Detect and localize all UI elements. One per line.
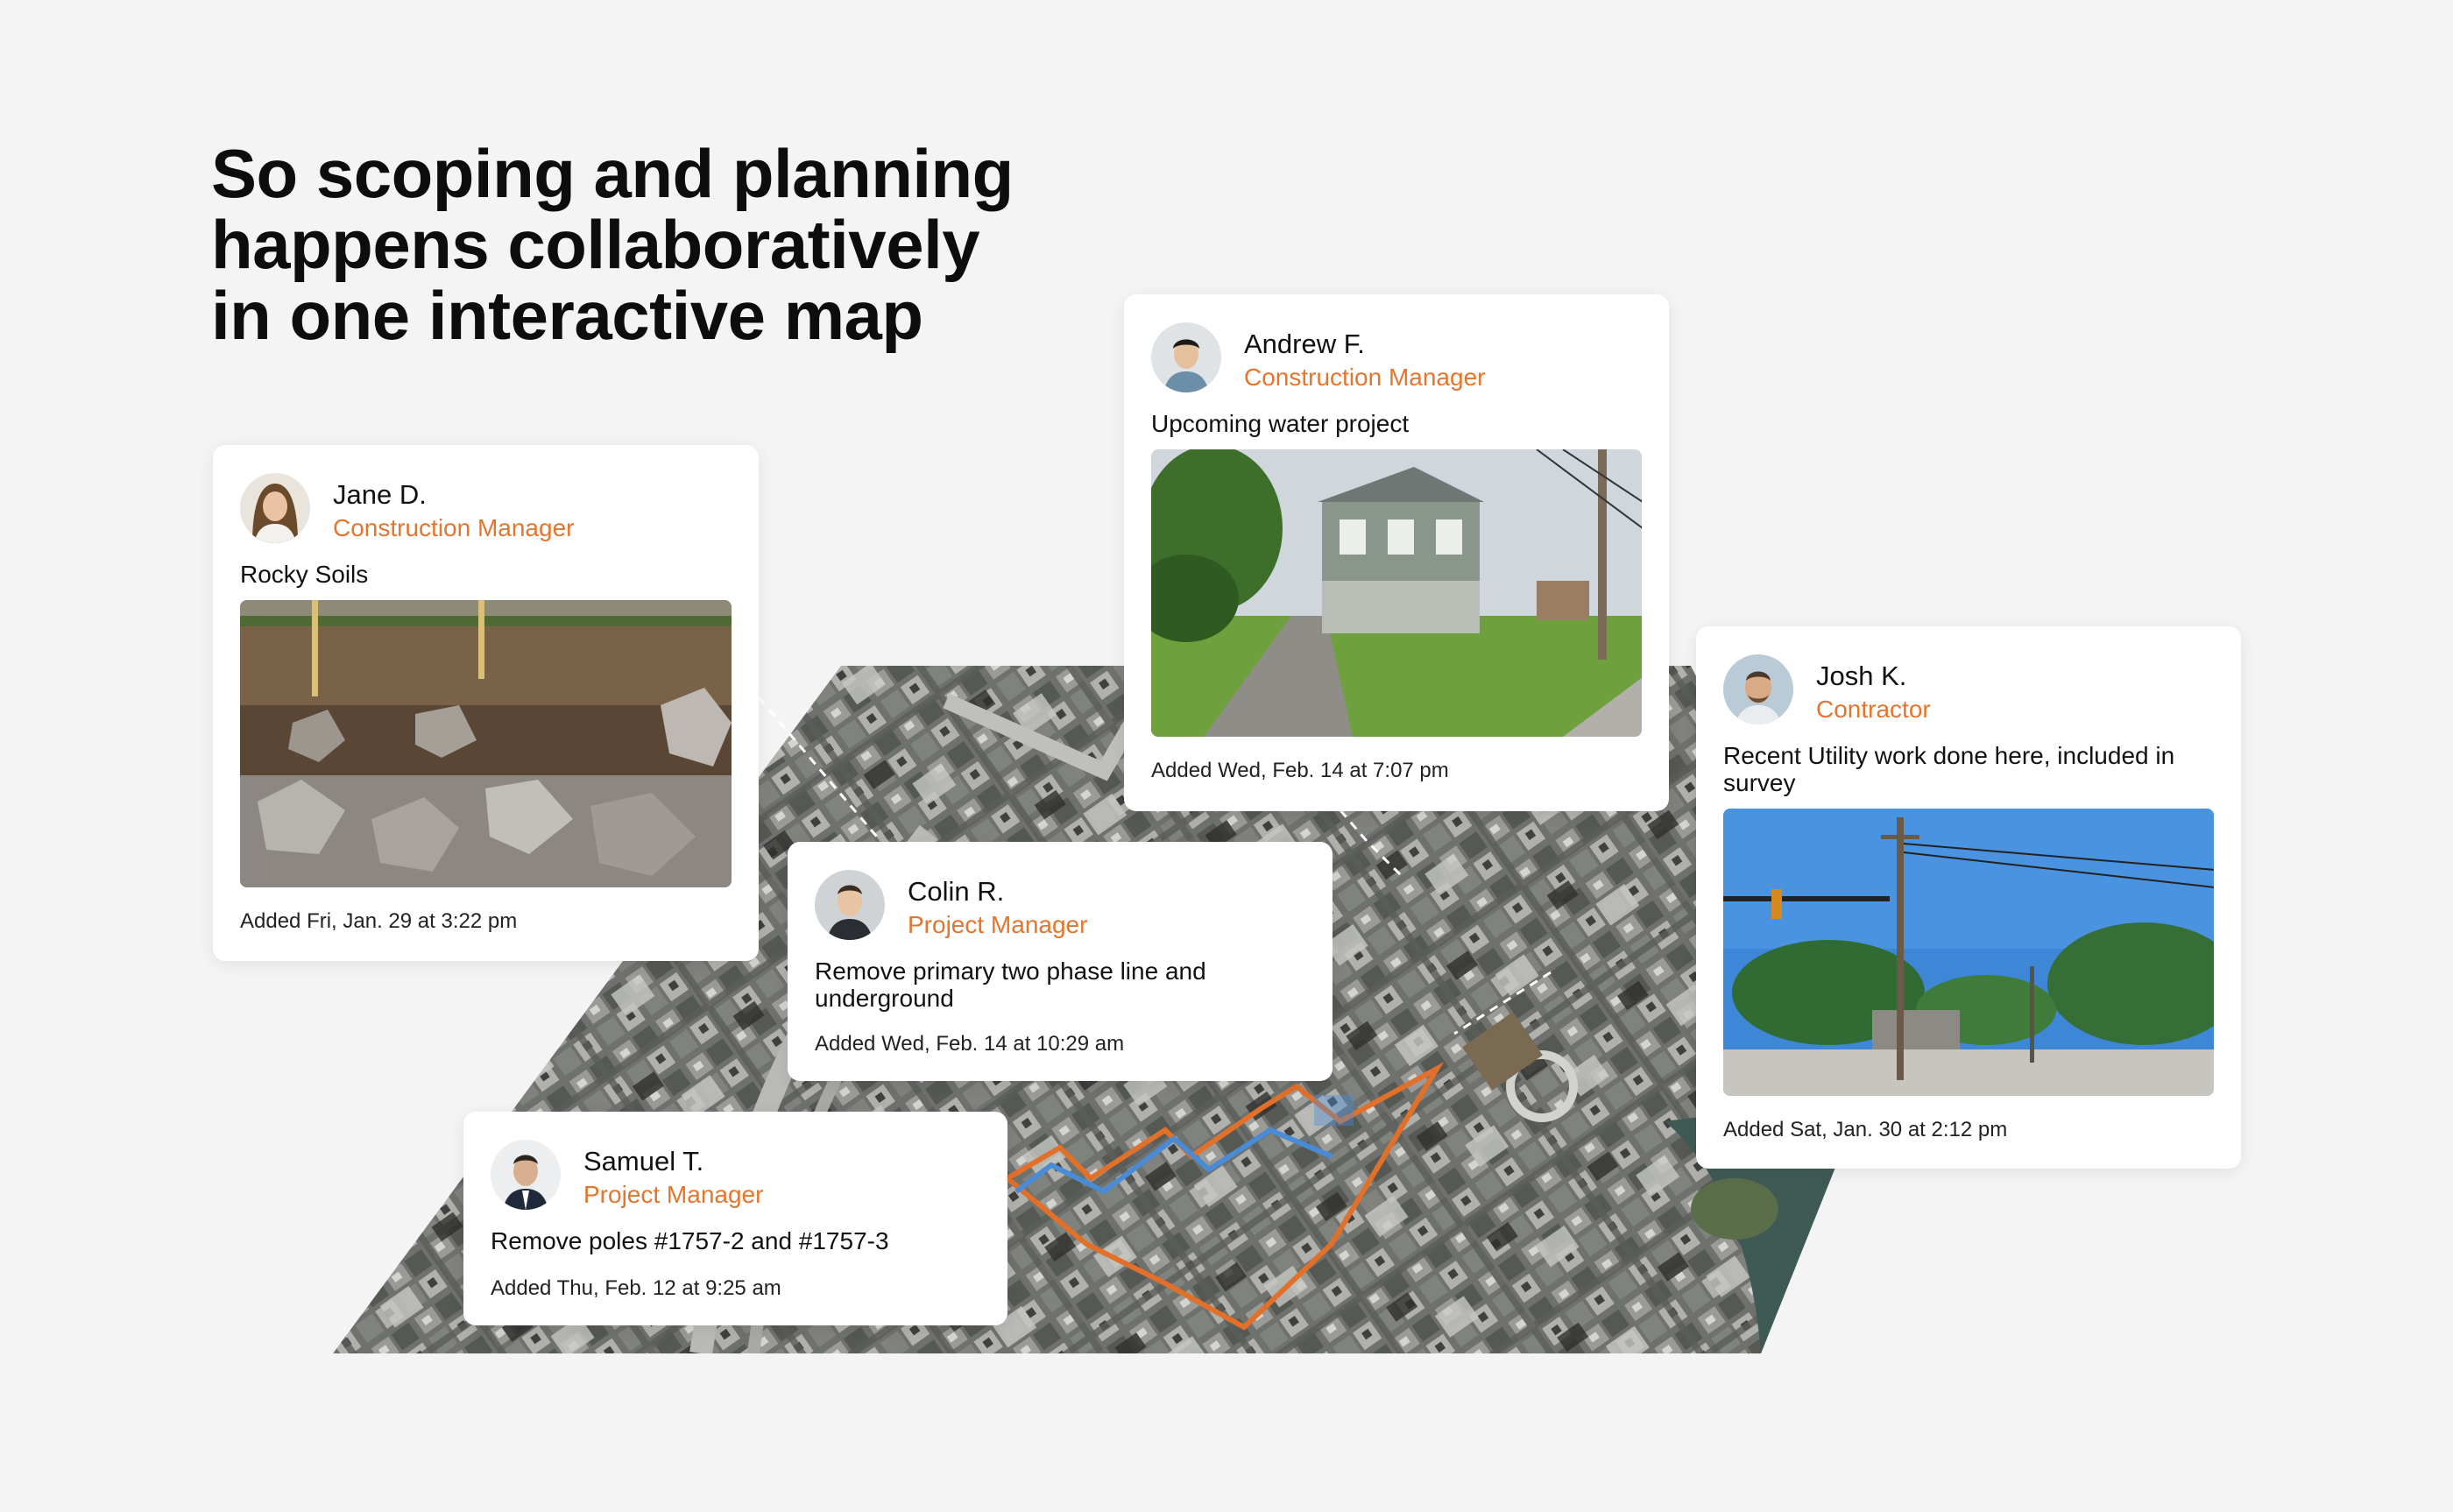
added-timestamp: Added Wed, Feb. 14 at 7:07 pm	[1151, 759, 1449, 782]
comment-text: Rocky Soils	[240, 561, 369, 588]
comment-card-colin[interactable]: Colin R. Project Manager Remove primary …	[788, 842, 1333, 1081]
added-timestamp: Added Wed, Feb. 14 at 10:29 am	[815, 1032, 1125, 1056]
utility-pole-intersection-photo[interactable]	[1723, 809, 2214, 1096]
author-name: Josh K.	[1816, 661, 1907, 691]
comment-text: Upcoming water project	[1151, 410, 1410, 437]
avatar-josh	[1723, 654, 1793, 724]
avatar-andrew	[1151, 322, 1221, 392]
card-header: Colin R. Project Manager	[815, 870, 1305, 942]
rocky-soil-excavation-photo[interactable]	[240, 600, 732, 887]
author-role: Contractor	[1816, 696, 1931, 723]
avatar-samuel	[491, 1140, 561, 1210]
author-name: Colin R.	[908, 876, 1005, 907]
comment-text: Remove poles #1757-2 and #1757-3	[491, 1227, 889, 1254]
author-role: Project Manager	[583, 1181, 764, 1208]
comment-card-andrew[interactable]: Andrew F. Construction Manager Upcoming …	[1124, 294, 1669, 811]
author-name: Jane D.	[333, 479, 427, 510]
comment-card-jane[interactable]: Jane D. Construction Manager Rocky Soils…	[213, 445, 759, 961]
added-timestamp: Added Sat, Jan. 30 at 2:12 pm	[1723, 1118, 2008, 1141]
comment-card-samuel[interactable]: Samuel T. Project Manager Remove poles #…	[463, 1112, 1007, 1325]
author-name: Andrew F.	[1244, 329, 1365, 359]
added-timestamp: Added Fri, Jan. 29 at 3:22 pm	[240, 909, 518, 933]
author-name: Samuel T.	[583, 1146, 704, 1176]
added-timestamp: Added Thu, Feb. 12 at 9:25 am	[491, 1276, 781, 1300]
avatar-colin	[815, 870, 885, 940]
card-header: Andrew F. Construction Manager	[1151, 322, 1642, 394]
card-header: Jane D. Construction Manager	[240, 473, 732, 545]
card-header: Josh K. Contractor	[1723, 654, 2214, 726]
card-header: Samuel T. Project Manager	[491, 1140, 980, 1212]
comment-text: Recent Utility work done here, included …	[1723, 742, 2175, 796]
author-role: Construction Manager	[1244, 364, 1486, 391]
avatar-jane	[240, 473, 310, 543]
comment-card-josh[interactable]: Josh K. Contractor Recent Utility work d…	[1696, 626, 2241, 1169]
comment-text: Remove primary two phase line and underg…	[815, 957, 1206, 1012]
author-role: Construction Manager	[333, 514, 575, 541]
house-street-photo[interactable]	[1151, 449, 1642, 737]
author-role: Project Manager	[908, 911, 1088, 938]
